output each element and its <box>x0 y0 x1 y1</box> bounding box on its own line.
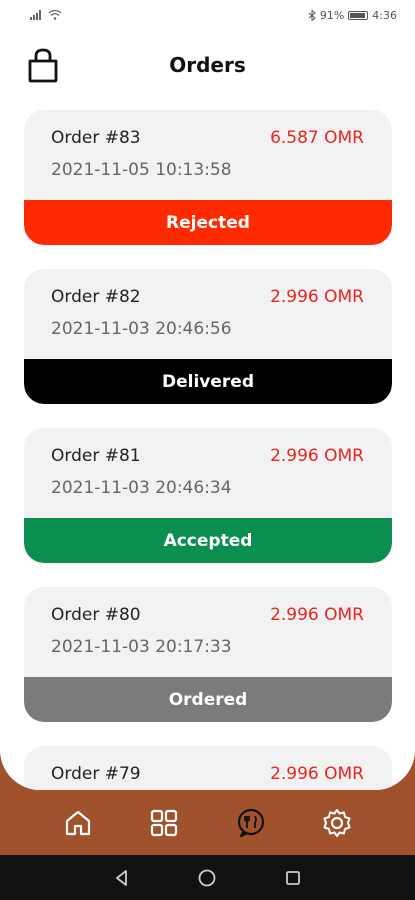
nav-home-button[interactable] <box>61 806 95 840</box>
grid-icon <box>151 809 178 836</box>
order-card[interactable]: Order #80 2.996 OMR 2021-11-03 20:17:33 Ord… <box>24 587 392 722</box>
status-icons-left <box>30 10 62 20</box>
bottom-nav <box>0 790 415 855</box>
home-circle-icon[interactable] <box>197 868 217 888</box>
order-number: Order #79 <box>51 764 141 784</box>
status-icons-right: 91% 4:36 <box>308 9 397 22</box>
order-price: 2.996 OMR <box>270 605 364 625</box>
order-price: 2.996 OMR <box>270 764 364 784</box>
order-date: 2021-11-03 20:46:56 <box>51 319 232 339</box>
order-price: 2.996 OMR <box>270 446 364 466</box>
back-icon[interactable] <box>113 869 131 887</box>
order-number: Order #82 <box>51 287 141 307</box>
recents-icon[interactable] <box>284 869 302 887</box>
order-status-badge: Delivered <box>24 359 392 404</box>
home-icon <box>66 810 91 835</box>
nav-categories-button[interactable] <box>147 806 181 840</box>
shopping-bag-icon[interactable] <box>25 48 61 84</box>
bluetooth-icon <box>308 9 316 21</box>
system-nav-bar <box>0 855 415 900</box>
order-number: Order #81 <box>51 446 141 466</box>
order-card[interactable]: Order #82 2.996 OMR 2021-11-03 20:46:56 Del… <box>24 269 392 404</box>
order-card[interactable]: Order #83 6.587 OMR 2021-11-05 10:13:58 Rej… <box>24 110 392 245</box>
main-panel: Orders Order #83 6.587 OMR 2021-11-05 10:1… <box>0 30 415 790</box>
settings-icon <box>323 808 351 837</box>
order-date: 2021-11-03 20:17:33 <box>51 637 232 657</box>
order-status-badge: Rejected <box>24 200 392 245</box>
header: Orders <box>0 30 415 100</box>
nav-orders-button[interactable] <box>234 806 268 840</box>
order-date: 2021-11-05 10:13:58 <box>51 160 232 180</box>
page-title: Orders <box>169 53 246 77</box>
order-date: 2021-11-03 20:46:34 <box>51 478 232 498</box>
order-card[interactable]: Order #81 2.996 OMR 2021-11-03 20:46:34 Acc… <box>24 428 392 563</box>
orders-list: Order #83 6.587 OMR 2021-11-05 10:13:58 Rej… <box>24 110 392 790</box>
order-status-badge: Ordered <box>24 677 392 722</box>
battery-icon <box>348 10 369 20</box>
signal-icon <box>30 10 41 20</box>
clock: 4:36 <box>372 8 397 22</box>
wifi-icon <box>48 10 62 20</box>
status-bar: 91% 4:36 <box>0 0 415 30</box>
order-price: 2.996 OMR <box>270 287 364 307</box>
battery-percent: 91% <box>319 8 345 22</box>
menu-food-icon <box>237 808 264 837</box>
order-price: 6.587 OMR <box>270 128 364 148</box>
nav-settings-button[interactable] <box>320 806 354 840</box>
order-number: Order #83 <box>51 128 141 148</box>
order-number: Order #80 <box>51 605 141 625</box>
order-card[interactable]: Order #79 2.996 OMR <box>24 746 392 790</box>
order-status-badge: Accepted <box>24 518 392 563</box>
